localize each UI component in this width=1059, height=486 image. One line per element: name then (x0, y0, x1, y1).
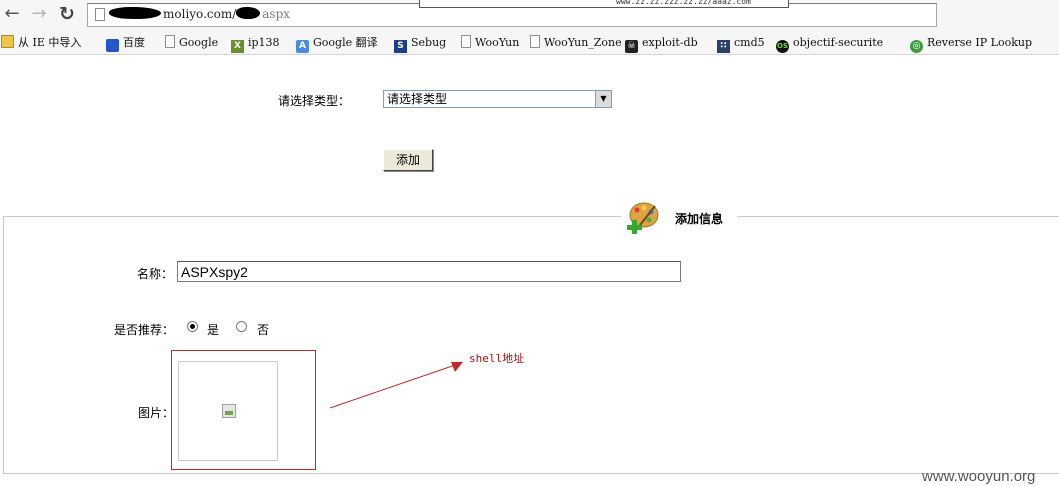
bookmark-label: Google 翻译 (313, 36, 378, 49)
folder-icon (1, 35, 14, 48)
page-icon (461, 35, 471, 48)
image-label: 图片： (138, 406, 175, 420)
url-path: aspx (262, 7, 291, 21)
page-icon (165, 35, 175, 48)
bookmark-label: Google (179, 36, 219, 49)
name-input[interactable] (177, 261, 681, 282)
bookmark-label: Reverse IP Lookup (927, 36, 1033, 49)
back-button[interactable]: ← (2, 4, 22, 24)
recommend-no-label[interactable]: 否 (257, 321, 269, 338)
redaction-mark (109, 7, 161, 19)
cmd5-icon: ∷ (717, 40, 730, 53)
page-icon (95, 8, 105, 21)
bookmark-label: WooYun (475, 36, 520, 49)
annotation-text: shell地址 (469, 352, 525, 365)
reload-icon: ↻ (59, 3, 75, 25)
bookmark-label: ip138 (248, 36, 280, 49)
name-label: 名称： (137, 267, 174, 281)
bookmark-wooyun-zone[interactable]: WooYun_Zone (530, 34, 622, 52)
bookmarks-bar: 从 IE 中导入 🐾 百度 Google Xip138 A Google 翻译 SS… (0, 30, 1059, 55)
sebug-icon: S (394, 40, 407, 53)
back-arrow-icon: ← (4, 3, 20, 24)
autocomplete-dropdown[interactable]: www.zz.zz.zzz.zz.zz/aaaz.com (419, 0, 789, 8)
image-preview[interactable] (178, 361, 278, 461)
bookmark-sebug[interactable]: S Sebug (394, 34, 447, 53)
recommend-yes-label[interactable]: 是 (207, 321, 219, 338)
add-info-fieldset (3, 216, 1059, 474)
forward-arrow-icon: → (31, 3, 47, 24)
browser-toolbar: ← → ↻ moliyo.com/aspx www.zz.zz.zzz.zz.z… (0, 0, 1059, 30)
google-translate-icon: A (296, 40, 309, 53)
type-select[interactable]: 请选择类型 ▼ (383, 90, 612, 108)
radio-selected-dot (190, 324, 195, 329)
chevron-down-icon[interactable]: ▼ (595, 91, 611, 107)
bookmark-label: exploit-db (642, 36, 698, 49)
type-label: 请选择类型： (278, 94, 351, 108)
ip138-icon: X (231, 40, 244, 53)
bookmark-reverse-ip-lookup[interactable]: ◎ Reverse IP Lookup (910, 34, 1033, 53)
recommend-label: 是否推荐： (114, 323, 175, 337)
section-title: 添加信息 (675, 212, 724, 226)
watermark: www.wooyun.org (922, 468, 1036, 485)
baidu-icon: 🐾 (106, 39, 119, 52)
recommend-yes-radio[interactable] (187, 321, 198, 332)
forward-button[interactable]: → (29, 4, 49, 24)
objectif-securite-icon: OS (776, 40, 789, 53)
bookmark-objectif-securite[interactable]: OS objectif-securite (776, 34, 884, 53)
fieldset-legend: 添加信息 (621, 199, 737, 235)
palette-add-icon (627, 202, 659, 234)
annotation-arrow (329, 362, 463, 409)
redaction-mark (236, 7, 261, 19)
bookmark-label: 从 IE 中导入 (18, 36, 82, 49)
exploit-db-icon: ☠ (625, 40, 638, 53)
url-text: moliyo.com/aspx (109, 7, 290, 21)
recommend-no-radio[interactable] (236, 321, 247, 332)
bookmark-label: 百度 (123, 36, 145, 49)
bookmark-ip138[interactable]: Xip138 (231, 34, 280, 53)
bookmark-baidu[interactable]: 🐾 百度 (106, 34, 145, 52)
globe-icon: ◎ (910, 40, 923, 53)
bookmark-google-translate[interactable]: A Google 翻译 (296, 34, 378, 53)
reload-button[interactable]: ↻ (57, 4, 77, 24)
bookmark-label: Sebug (411, 36, 447, 49)
bookmark-wooyun[interactable]: WooYun (461, 34, 519, 52)
bookmark-google[interactable]: Google (165, 34, 218, 52)
bookmark-label: WooYun_Zone (544, 36, 622, 49)
page-icon (530, 35, 540, 48)
url-domain: moliyo.com/ (163, 7, 237, 21)
add-button[interactable]: 添加 (383, 149, 433, 171)
bookmark-cmd5[interactable]: ∷ cmd5 (717, 34, 765, 53)
bookmark-exploit-db[interactable]: ☠ exploit-db (625, 34, 698, 53)
broken-image-icon (222, 404, 236, 418)
bookmark-label: cmd5 (734, 36, 765, 49)
bookmark-label: objectif-securite (793, 36, 884, 49)
bookmark-import-from-ie[interactable]: 从 IE 中导入 (1, 34, 81, 52)
type-select-value: 请选择类型 (387, 92, 448, 106)
